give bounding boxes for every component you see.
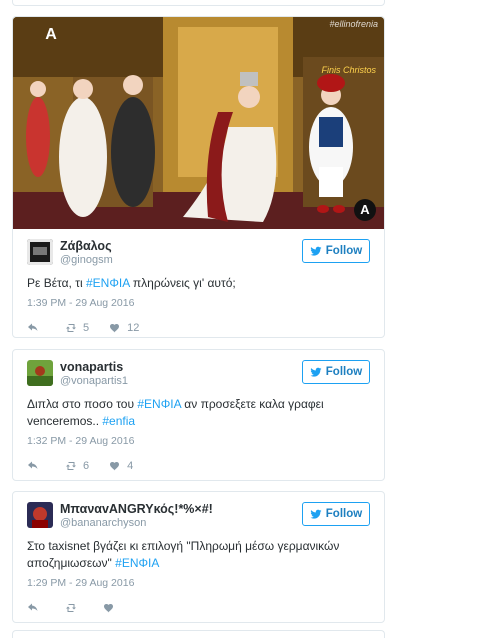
tweet-text-part: αποζημιωσεων": [27, 556, 116, 570]
tweet-body: ΜπαναvANGRYκός!*%×#! @bananarchyson Foll…: [13, 492, 384, 616]
reply-button[interactable]: [27, 602, 45, 614]
tweet-text-part: venceremos..: [27, 414, 103, 428]
tweet-body: vonapartis @vonapartis1 Follow Διπλα στο…: [13, 350, 384, 474]
retweet-button[interactable]: 6: [65, 460, 89, 472]
reply-icon: [28, 323, 38, 331]
previous-tweet-card-edge: [12, 0, 385, 6]
like-icon: [110, 462, 120, 471]
reply-icon: [28, 603, 38, 611]
avatar-image: [27, 360, 53, 386]
twitter-bird-icon: [310, 509, 322, 519]
avatar[interactable]: [27, 360, 53, 386]
hashtag-link[interactable]: #ΕΝΦΙΑ: [86, 276, 130, 290]
tweet-card: #ellinofrenia Α Finis Christos Α Ζάβαλος…: [12, 16, 385, 338]
tweet-text: Διπλα στο ποσο του #ΕΝΦΙΑ αν προσεξετε κ…: [27, 396, 370, 430]
reply-icon: [28, 461, 38, 469]
avatar[interactable]: [27, 239, 53, 265]
tweet-card: ΜπαναvANGRYκός!*%×#! @bananarchyson Foll…: [12, 491, 385, 623]
next-tweet-card-edge: [12, 630, 385, 638]
retweet-button[interactable]: [65, 602, 83, 614]
user-handle[interactable]: @bananarchyson: [60, 516, 213, 530]
user-handle[interactable]: @ginogsm: [60, 253, 113, 267]
like-button[interactable]: 12: [109, 322, 139, 334]
tweet-actions: 5 12: [27, 320, 370, 336]
twitter-bird-icon: [310, 367, 322, 377]
retweet-icon: [66, 324, 76, 332]
user-handle[interactable]: @vonapartis1: [60, 374, 128, 388]
avatar-image: [27, 502, 53, 528]
hashtag-link[interactable]: #ΕΝΦΙΑ: [115, 556, 159, 570]
avatar[interactable]: [27, 502, 53, 528]
follow-button[interactable]: Follow: [302, 502, 370, 526]
follow-label: Follow: [325, 366, 363, 378]
like-button[interactable]: 4: [109, 460, 133, 472]
tweet-text-part: Διπλα στο ποσο του: [27, 397, 138, 411]
tweet-actions: [27, 600, 370, 616]
tweet-text-part: αν προσεξετε καλα γραφει: [180, 397, 324, 411]
channel-hashtag-overlay: #ellinofrenia: [329, 19, 378, 29]
channel-logo-top: Α: [45, 26, 57, 43]
follow-button[interactable]: Follow: [302, 239, 370, 263]
reply-button[interactable]: [27, 322, 45, 334]
tweet-actions: 6 4: [27, 458, 370, 474]
avatar-image: [27, 239, 53, 265]
retweet-count: 5: [83, 322, 90, 334]
display-name[interactable]: ΜπαναvANGRYκός!*%×#!: [60, 502, 213, 516]
finis-christos-caption: Finis Christos: [321, 65, 376, 75]
retweet-button[interactable]: 5: [65, 322, 89, 334]
tweet-text-part: Στο taxisnet βγάζει κι επιλογή "Πληρωμή …: [27, 539, 340, 553]
hashtag-link[interactable]: #ΕΝΦΙΑ: [137, 397, 181, 411]
retweet-count: 6: [83, 460, 90, 472]
retweet-icon: [66, 462, 76, 470]
tweet-text: Ρε Βέτα, τι #ΕΝΦΙΑ πληρώνεις γι' αυτό;: [27, 275, 370, 292]
like-count: 12: [127, 322, 140, 334]
tweet-text-part: Ρε Βέτα, τι: [27, 276, 86, 290]
like-icon: [104, 604, 113, 613]
like-button[interactable]: [103, 602, 121, 614]
follow-label: Follow: [325, 245, 363, 257]
tweet-timestamp[interactable]: 1:32 PM - 29 Aug 2016: [27, 434, 370, 448]
twitter-bird-icon: [310, 246, 322, 256]
tweet-card: vonapartis @vonapartis1 Follow Διπλα στο…: [12, 349, 385, 481]
tweet-timestamp[interactable]: 1:39 PM - 29 Aug 2016: [27, 296, 370, 310]
tweet-text-part: πληρώνεις γι' αυτό;: [129, 276, 236, 290]
royal-scene-image: [13, 17, 384, 229]
like-icon: [110, 324, 120, 333]
retweet-icon: [66, 604, 76, 612]
like-count: 4: [127, 460, 134, 472]
display-name[interactable]: vonapartis: [60, 360, 128, 374]
follow-label: Follow: [325, 508, 363, 520]
channel-logo-bottom: Α: [354, 199, 376, 221]
display-name[interactable]: Ζάβαλος: [60, 239, 113, 253]
tweet-body: Ζάβαλος @ginogsm Follow Ρε Βέτα, τι #ΕΝΦ…: [13, 229, 384, 336]
reply-button[interactable]: [27, 460, 45, 472]
tweet-timestamp[interactable]: 1:29 PM - 29 Aug 2016: [27, 576, 370, 590]
tweet-media-image[interactable]: #ellinofrenia Α Finis Christos Α: [13, 17, 384, 229]
tweet-text: Στο taxisnet βγάζει κι επιλογή "Πληρωμή …: [27, 538, 370, 572]
hashtag-link[interactable]: #enfia: [102, 414, 135, 428]
follow-button[interactable]: Follow: [302, 360, 370, 384]
